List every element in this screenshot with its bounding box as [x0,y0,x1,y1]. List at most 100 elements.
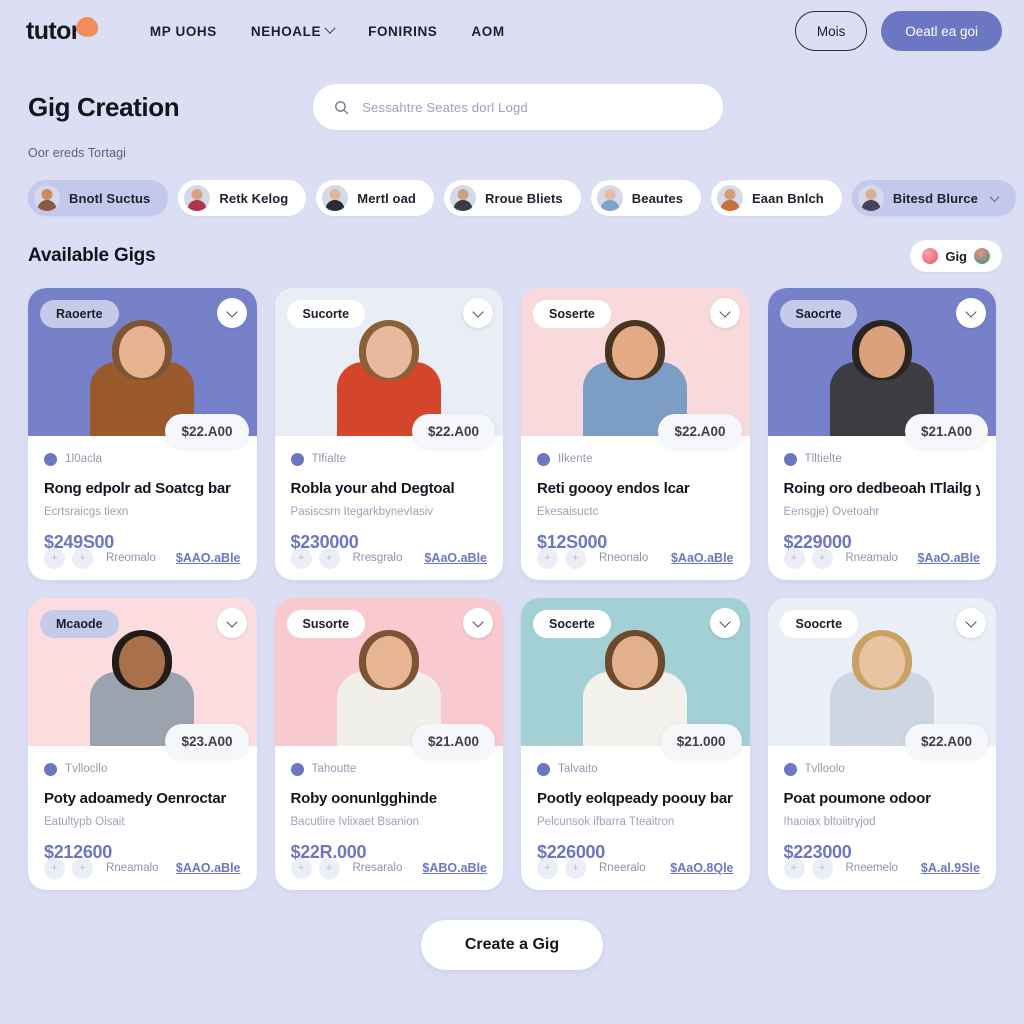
gig-card-expand-button[interactable] [216,608,247,638]
gig-card-price-tag: $23.A00 [165,724,249,758]
filter-chip-1[interactable]: Retk Kelog [178,180,307,216]
gig-card[interactable]: Soserte $22.A00 Ilkente Reti goooy endos lc… [521,288,750,580]
gig-card-badge[interactable]: Mcaode [40,610,119,638]
gig-card-subtitle: Eatultypb Oisait [44,816,125,829]
gig-card[interactable]: Socerte $21.000 Talvaito Pootly eolqpeady p… [521,598,750,890]
nav-item-0[interactable]: MP UOHS [150,24,217,39]
search-input-placeholder[interactable]: Sessahtre Seates dorl Logd [362,100,528,115]
add-collaborator-icon[interactable]: + [537,547,558,569]
add-collaborator-icon[interactable]: + [44,547,65,569]
add-collaborator-icon[interactable]: + [318,857,340,879]
gig-card-footer-link[interactable]: $AAO.aBle [176,861,241,875]
filter-chip-4[interactable]: Beautes [590,180,702,216]
filter-chip-6[interactable]: Bitesd Blurce [851,180,1016,216]
add-collaborator-icon[interactable]: + [290,547,312,569]
add-collaborator-icon[interactable]: + [72,547,93,569]
add-collaborator-icon[interactable]: + [811,857,833,879]
add-collaborator-icon[interactable]: + [783,857,805,879]
logo[interactable]: tutor [26,15,100,44]
gig-card-footer: + + Rresaralo $ABO.aBle [275,846,504,890]
gig-card-badge[interactable]: Saocrte [779,300,858,328]
donut-icon [922,248,939,264]
chevron-down-icon[interactable] [989,191,1000,202]
gig-card-footer: + + Rneonalo $AaO.aBle [521,536,750,580]
gig-pill-label: Gig [945,248,967,264]
gig-card-meta: Tlfialte [290,448,488,470]
create-gig-header-button[interactable]: Oeatl ea goi [881,11,1002,51]
login-button[interactable]: Mois [795,11,868,51]
gig-card-title: Rong edpolr ad Soatcg bar [44,480,231,497]
gig-card-badge[interactable]: Socerte [533,610,611,638]
filter-chip-2[interactable]: Mertl oad [316,180,434,216]
page-header: Gig Creation Sessahtre Seates dorl Logd [0,62,1024,130]
gig-card-meta-label: Ilkente [558,453,593,465]
gig-card-subtitle: Ecrtsraicgs tiexn [44,506,129,519]
gig-card[interactable]: Sucorte $22.A00 Tlfialte Robla your ahd Deg… [274,288,503,580]
add-collaborator-icon[interactable]: + [44,857,65,879]
page-title: Gig Creation [28,91,180,122]
gig-card-expand-button[interactable] [709,608,740,638]
gig-card-footer-link[interactable]: $A.al.9Sle [921,861,980,875]
add-collaborator-icon[interactable]: + [811,547,833,569]
gig-card-badge[interactable]: Raoerte [40,300,119,328]
gig-card-expand-button[interactable] [956,298,986,328]
nav-item-1[interactable]: NEHOALE [251,22,336,39]
gig-card-title: Robla your ahd Degtoal [290,480,455,497]
gig-card-badge[interactable]: Soserte [533,300,611,328]
gig-card[interactable]: Mcaode $23.A00 Tvllocllo Poty adoamedy Oenr… [28,598,257,890]
app-root: tutor MP UOHS NEHOALE FONIRINS AOM Mois Oea… [0,0,1024,1024]
gig-card[interactable]: Susorte $21.A00 Tahoutte Roby oonunlgghinde… [274,598,504,890]
gig-card-subtitle: Ihaoiax bltoiitryjod [783,816,876,829]
gig-card-footer-link[interactable]: $AaO.aBle [671,551,734,565]
gig-card-expand-button[interactable] [463,298,493,328]
add-collaborator-icon[interactable]: + [537,857,558,879]
gig-card-expand-button[interactable] [463,608,493,638]
gig-card-expand-button[interactable] [216,298,247,328]
gig-card-title: Roby oonunlgghinde [290,790,438,807]
search-bar[interactable]: Sessahtre Seates dorl Logd [313,84,724,130]
filter-chip-5[interactable]: Eaan Bnlch [711,180,842,216]
status-dot-icon [783,762,797,776]
gig-card-footer-link[interactable]: $AaO.aBle [917,551,980,565]
gig-card[interactable]: Saocrte $21.A00 Tlltielte Roing oro dedbeoa… [767,288,996,580]
gig-card-meta-label: Tvlloolo [804,763,845,775]
gig-card-footer-label: Rneamalo [845,552,898,564]
gig-card-meta: Tlltielte [783,448,981,470]
chevron-down-icon [718,305,731,318]
gig-card-badge[interactable]: Sucorte [286,300,366,328]
add-collaborator-icon[interactable]: + [318,547,340,569]
gig-card-footer-link[interactable]: $AaO.aBle [424,551,487,565]
gig-card-expand-button[interactable] [956,608,986,638]
add-collaborator-icon[interactable]: + [783,547,805,569]
gig-card-price-tag: $22.A00 [165,414,249,448]
add-collaborator-icon[interactable]: + [290,857,312,879]
gig-tag-pill[interactable]: Gig [910,240,1002,272]
create-a-gig-button[interactable]: Create a Gig [420,920,604,970]
filter-chip-3[interactable]: Rroue Bliets [443,180,581,216]
gig-card-price-tag: $22.A00 [658,414,742,448]
add-collaborator-icon[interactable]: + [565,857,586,879]
filter-chip-0[interactable]: Bnotl Suctus [28,180,169,216]
chevron-down-icon [965,305,977,318]
gig-card-footer-link[interactable]: $ABO.aBle [422,861,487,875]
add-collaborator-icon[interactable]: + [72,857,93,879]
gig-card[interactable]: Raoerte $22.A00 1l0acla Rong edpolr ad Soat… [28,288,257,580]
gig-card[interactable]: Soocrte $22.A00 Tvlloolo Poat poumone odoor… [767,598,996,890]
add-collaborator-icon[interactable]: + [565,547,586,569]
gig-card-expand-button[interactable] [709,298,740,328]
chevron-down-icon [472,615,484,628]
gig-card-badge[interactable]: Soocrte [779,610,859,638]
avatar [449,185,476,211]
filter-chip-label: Mertl oad [357,190,416,206]
gig-card-meta-label: Tvllocllo [65,763,108,775]
gig-card-footer-link[interactable]: $AaO.8Qle [670,861,733,875]
gig-card-footer-link[interactable]: $AAO.aBle [176,551,241,565]
gig-card-meta-label: 1l0acla [65,453,103,465]
gig-card-badge[interactable]: Susorte [286,610,366,638]
nav-item-3[interactable]: AOM [471,24,504,39]
gig-card-title: Roing oro dedbeoah ITlailg yo [783,480,981,497]
gig-card-footer: + + Rneeralo $AaO.8Qle [521,846,750,890]
gig-card-subtitle: Ekesaisuctc [537,506,599,519]
nav-item-2[interactable]: FONIRINS [368,24,437,39]
gig-card-title: Reti goooy endos lcar [537,480,690,497]
